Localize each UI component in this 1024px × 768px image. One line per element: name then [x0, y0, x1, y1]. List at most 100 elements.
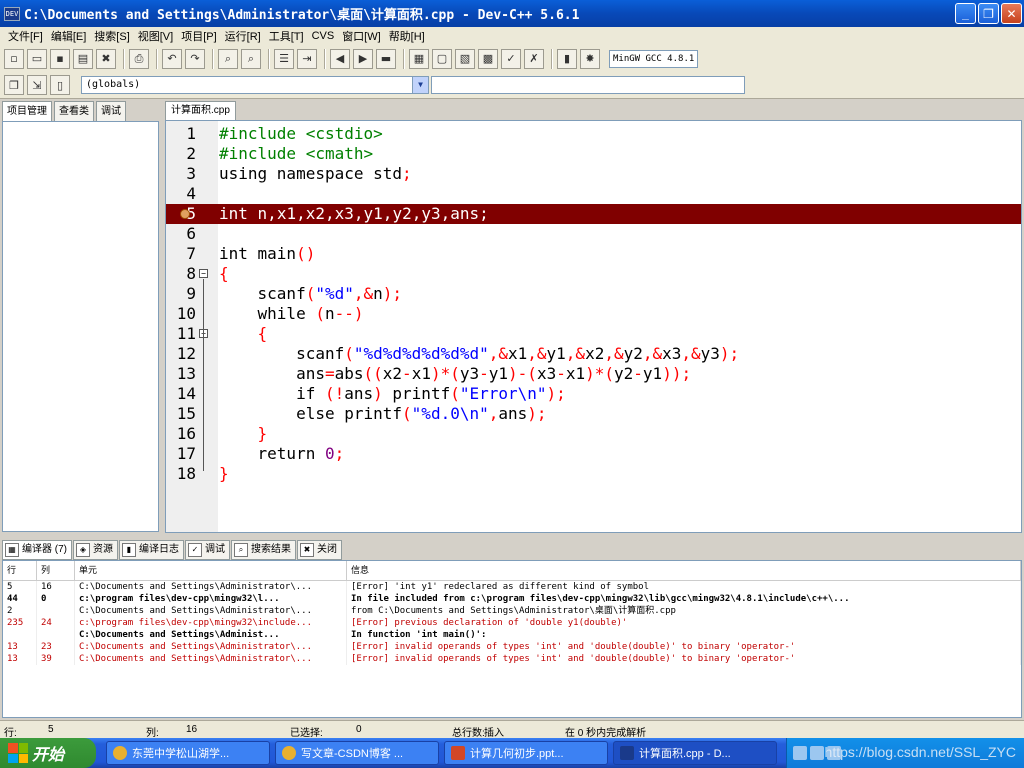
open-file-icon[interactable]: ▭: [27, 48, 47, 69]
message-row[interactable]: 44 0 c:\program files\dev-cpp\mingw32\l...…: [3, 593, 1021, 605]
bottom-tab[interactable]: ✖ 关闭: [297, 540, 342, 560]
bottom-tab[interactable]: ✓ 调试: [185, 540, 230, 560]
close-icon[interactable]: ✕: [1001, 3, 1022, 24]
header-line[interactable]: 行: [3, 561, 37, 580]
goto-line-icon[interactable]: ☰: [274, 48, 294, 69]
code-line[interactable]: 2 #include <cmath>: [166, 144, 1021, 164]
forward-icon[interactable]: ▶: [353, 48, 373, 69]
code-line[interactable]: 11− {: [166, 324, 1021, 344]
new-file-icon[interactable]: ▫: [4, 48, 24, 69]
fold-toggle-icon[interactable]: −: [199, 269, 208, 278]
code-line[interactable]: 1 #include <cstdio>: [166, 124, 1021, 144]
minimize-icon[interactable]: _: [955, 3, 976, 24]
message-row[interactable]: 2 C:\Documents and Settings\Administrator…: [3, 605, 1021, 617]
bottom-tab[interactable]: ⌕ 搜索结果: [231, 540, 296, 560]
task-powerpoint[interactable]: 计算几何初步.ppt...: [444, 741, 608, 765]
menu-tools[interactable]: 工具[T]: [265, 28, 308, 44]
compile-run-icon[interactable]: ▧: [455, 48, 475, 69]
replace-icon[interactable]: ⌕: [241, 48, 261, 69]
code-line[interactable]: 7 int main(): [166, 244, 1021, 264]
tab-project[interactable]: 项目管理: [2, 101, 52, 122]
code-line[interactable]: 16 }: [166, 424, 1021, 444]
task-browser-2[interactable]: 写文章-CSDN博客 ...: [275, 741, 439, 765]
code-line[interactable]: 12 scanf("%d%d%d%d%d%d",&x1,&y1,&x2,&y2,…: [166, 344, 1021, 364]
check-icon[interactable]: ✓: [501, 48, 521, 69]
line-number: 15: [176, 404, 196, 423]
import-icon[interactable]: ⇲: [27, 75, 47, 95]
menu-file[interactable]: 文件[F]: [4, 28, 47, 44]
menu-run[interactable]: 运行[R]: [221, 28, 265, 44]
bottom-tab[interactable]: ◈ 资源: [73, 540, 118, 560]
code-editor[interactable]: 1 #include <cstdio> 2 #include <cmath> 3 usin…: [165, 120, 1022, 533]
chart-icon[interactable]: ▮: [557, 48, 577, 69]
code-line[interactable]: 4: [166, 184, 1021, 204]
code-line[interactable]: 10 while (n--): [166, 304, 1021, 324]
find-icon[interactable]: ⌕: [218, 48, 238, 69]
message-row[interactable]: 235 24 c:\program files\dev-cpp\mingw32\in…: [3, 617, 1021, 629]
menu-help[interactable]: 帮助[H]: [385, 28, 429, 44]
back-icon[interactable]: ◀: [330, 48, 350, 69]
compiler-select[interactable]: MinGW GCC 4.8.1: [609, 49, 699, 68]
copy-icon[interactable]: ❐: [4, 75, 24, 95]
menu-project[interactable]: 项目[P]: [177, 28, 220, 44]
code-line[interactable]: 18}: [166, 464, 1021, 484]
code-token: )*(: [585, 364, 615, 383]
line-number: 3: [186, 164, 196, 183]
message-row[interactable]: C:\Documents and Settings\Administ... In …: [3, 629, 1021, 641]
task-browser-1[interactable]: 东莞中学松山湖学...: [106, 741, 270, 765]
tray-network-icon[interactable]: [793, 746, 807, 760]
close-icon: ✖: [300, 543, 314, 557]
undo-icon[interactable]: ↶: [162, 48, 182, 69]
scope-select[interactable]: (globals) ▼: [81, 76, 429, 94]
editor-tab[interactable]: 计算面积.cpp: [165, 101, 236, 120]
bottom-tab[interactable]: ▮ 编译日志: [119, 540, 184, 560]
code-token: y3: [700, 344, 720, 363]
code-line[interactable]: 13 ans=abs((x2-x1)*(y3-y1)-(x3-x1)*(y2-y…: [166, 364, 1021, 384]
line-number: 6: [186, 224, 196, 243]
code-line-highlighted[interactable]: 5 int n,x1,x2,x3,y1,y2,y3,ans;: [166, 204, 1021, 224]
redo-icon[interactable]: ↷: [185, 48, 205, 69]
print-icon[interactable]: ⎙: [129, 48, 149, 69]
save-all-icon[interactable]: ▤: [73, 48, 93, 69]
stop-icon[interactable]: ✗: [524, 48, 544, 69]
chevron-down-icon[interactable]: ▼: [412, 77, 428, 93]
restore-icon[interactable]: ❐: [978, 3, 999, 24]
header-unit[interactable]: 单元: [75, 561, 347, 580]
function-select[interactable]: [431, 76, 745, 94]
indent-icon[interactable]: ⇥: [297, 48, 317, 69]
code-line[interactable]: 8− {: [166, 264, 1021, 284]
code-line[interactable]: 15 else printf("%d.0\n",ans);: [166, 404, 1021, 424]
compile-icon[interactable]: ▦: [409, 48, 429, 69]
menu-edit[interactable]: 编辑[E]: [47, 28, 90, 44]
menu-window[interactable]: 窗口[W]: [338, 28, 385, 44]
code-line[interactable]: 3 using namespace std;: [166, 164, 1021, 184]
breakpoint-icon[interactable]: [180, 209, 190, 219]
code-line[interactable]: 17 return 0;: [166, 444, 1021, 464]
save-icon[interactable]: ▪: [50, 48, 70, 69]
close-file-icon[interactable]: ✖: [96, 48, 116, 69]
message-row[interactable]: 13 39 C:\Documents and Settings\Administra…: [3, 653, 1021, 665]
tab-debug[interactable]: 调试: [96, 101, 126, 121]
message-cell-col: 16: [37, 581, 75, 593]
rebuild-icon[interactable]: ▩: [478, 48, 498, 69]
message-row[interactable]: 5 16 C:\Documents and Settings\Administrat…: [3, 581, 1021, 593]
menu-cvs[interactable]: CVS: [308, 30, 339, 42]
code-line[interactable]: 14 if (!ans) printf("Error\n");: [166, 384, 1021, 404]
task-devcpp[interactable]: 计算面积.cpp - D...: [613, 741, 777, 765]
message-row[interactable]: 13 23 C:\Documents and Settings\Administra…: [3, 641, 1021, 653]
code-token: (: [450, 384, 460, 403]
bottom-tab[interactable]: ▦ 编译器 (7): [2, 540, 72, 560]
tab-classes[interactable]: 查看类: [54, 101, 94, 121]
header-col[interactable]: 列: [37, 561, 75, 580]
code-line[interactable]: 9 scanf("%d",&n);: [166, 284, 1021, 304]
menu-search[interactable]: 搜索[S]: [90, 28, 133, 44]
start-button[interactable]: 开始: [0, 738, 96, 768]
menu-view[interactable]: 视图[V]: [134, 28, 177, 44]
header-message[interactable]: 信息: [347, 561, 1021, 580]
toggle-icon[interactable]: ▬: [376, 48, 396, 69]
tray-volume-icon[interactable]: [810, 746, 824, 760]
delete-profile-icon[interactable]: ✸: [580, 48, 600, 69]
bookmark-icon[interactable]: ▯: [50, 75, 70, 95]
code-line[interactable]: 6: [166, 224, 1021, 244]
run-icon[interactable]: ▢: [432, 48, 452, 69]
